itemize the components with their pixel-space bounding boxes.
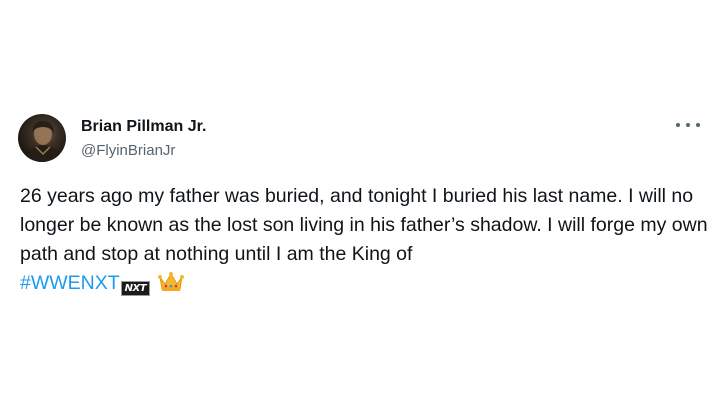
author-handle[interactable]: @FlyinBrianJr xyxy=(81,142,175,159)
dot xyxy=(686,123,690,127)
avatar[interactable] xyxy=(18,114,66,162)
dot xyxy=(676,123,680,127)
dot xyxy=(696,123,700,127)
tweet-card: Brian Pillman Jr. @FlyinBrianJr 26 years… xyxy=(0,0,720,405)
avatar-photo xyxy=(24,120,62,162)
tweet-text: 26 years ago my father was buried, and t… xyxy=(20,182,710,302)
author-name[interactable]: Brian Pillman Jr. xyxy=(81,118,206,136)
nxt-hashflag-icon: NXT xyxy=(120,281,151,296)
more-options-icon[interactable] xyxy=(676,118,700,132)
hashtag-link[interactable]: #WWENXT xyxy=(20,272,120,294)
crown-emoji xyxy=(158,271,185,302)
tweet-text-main: 26 years ago my father was buried, and t… xyxy=(20,185,708,265)
